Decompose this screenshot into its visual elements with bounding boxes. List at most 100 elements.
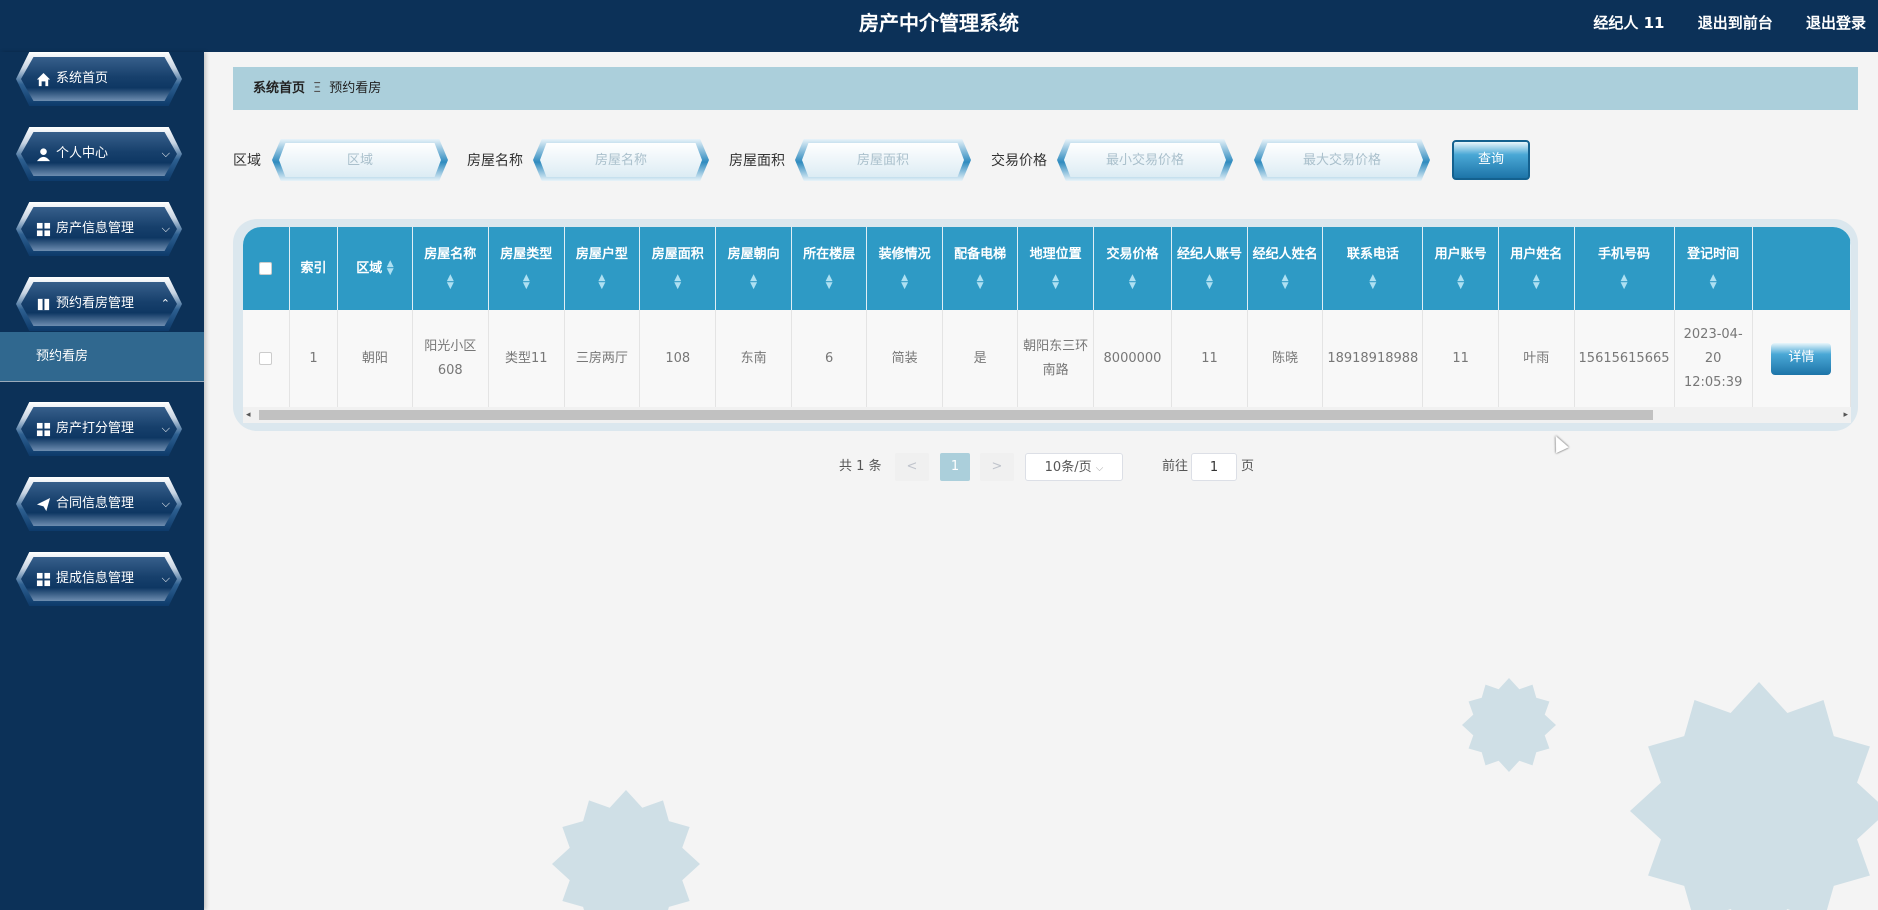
sidebar-item-profile[interactable]: 个人中心 ⌵	[16, 127, 182, 181]
cell-actions: 详情	[1752, 310, 1851, 407]
sort-icon: ▲ ▼	[674, 273, 682, 291]
area-field[interactable]	[272, 139, 448, 181]
cell-index: 1	[289, 310, 339, 407]
cell-elevator: 是	[942, 310, 1019, 407]
column-header[interactable]: 配备电梯 ▲ ▼	[942, 227, 1019, 310]
cell-user-account: 11	[1422, 310, 1500, 407]
column-header[interactable]: 装修情况 ▲ ▼	[866, 227, 943, 310]
cell-floor: 6	[791, 310, 868, 407]
cell-agent-name: 陈晓	[1247, 310, 1324, 407]
chevron-down-icon: ⌵	[1095, 463, 1104, 474]
column-header[interactable]: 房屋朝向 ▲ ▼	[715, 227, 792, 310]
query-button[interactable]: 查询	[1452, 140, 1530, 180]
logout-link[interactable]: 退出登录	[1806, 14, 1866, 32]
decorative-star	[1630, 682, 1878, 910]
sidebar-item-home[interactable]: 系统首页	[16, 52, 182, 106]
mouse-cursor-icon	[1549, 432, 1569, 454]
appointment-table: 索引 区域 ▲ ▼ 房屋名称 ▲ ▼ 房屋类型 ▲ ▼ 房屋户型 ▲ ▼ 房屋面积 ▲ ▼ 房屋朝…	[243, 227, 1851, 407]
sidebar-item-viewing-appointment[interactable]: 预约看房管理 ⌃	[16, 277, 182, 331]
cell-orientation: 东南	[715, 310, 792, 407]
house-size-input[interactable]	[802, 143, 964, 177]
column-header[interactable]: 用户姓名 ▲ ▼	[1498, 227, 1575, 310]
column-header[interactable]: 房屋面积 ▲ ▼	[639, 227, 717, 310]
cell-register-time: 2023-04-20 12:05:39	[1674, 310, 1753, 407]
sort-icon: ▲ ▼	[1129, 273, 1136, 291]
cell-agent-account: 11	[1171, 310, 1248, 407]
house-name-label: 房屋名称	[467, 153, 523, 169]
home-icon	[36, 72, 51, 86]
table-header-row: 索引 区域 ▲ ▼ 房屋名称 ▲ ▼ 房屋类型 ▲ ▼ 房屋户型 ▲ ▼ 房屋面积 ▲ ▼ 房屋朝…	[243, 227, 1851, 310]
column-header[interactable]: 用户账号 ▲ ▼	[1422, 227, 1500, 310]
sort-icon: ▲ ▼	[1709, 273, 1717, 291]
house-name-field[interactable]	[533, 139, 709, 181]
sidebar-subitem-viewing[interactable]: 预约看房	[0, 332, 204, 382]
house-size-field[interactable]	[795, 139, 971, 181]
prev-page-button[interactable]: <	[895, 453, 929, 481]
area-input[interactable]	[279, 143, 441, 177]
user-icon	[36, 147, 51, 161]
next-page-button[interactable]: >	[980, 453, 1014, 481]
sort-icon: ▲ ▼	[522, 273, 530, 291]
decorative-star	[552, 790, 700, 910]
detail-button[interactable]: 详情	[1771, 342, 1832, 375]
scroll-right-icon[interactable]: ▸	[1843, 407, 1848, 423]
min-price-field[interactable]	[1057, 139, 1233, 181]
sort-icon: ▲ ▼	[446, 273, 454, 291]
goto-page-input[interactable]: 1	[1191, 453, 1237, 481]
column-header[interactable]: 所在楼层 ▲ ▼	[791, 227, 868, 310]
cell-user-name: 叶雨	[1498, 310, 1575, 407]
row-checkbox[interactable]	[243, 310, 290, 407]
grid-icon	[36, 222, 51, 236]
scrollbar-thumb[interactable]	[259, 410, 1653, 420]
breadcrumb-home[interactable]: 系统首页	[253, 81, 305, 96]
cell-house-type: 类型11	[488, 310, 565, 407]
column-header[interactable]: 交易价格 ▲ ▼	[1093, 227, 1173, 310]
min-price-input[interactable]	[1064, 143, 1226, 177]
chevron-down-icon: ⌵	[161, 422, 170, 435]
horizontal-scrollbar[interactable]: ◂ ▸	[243, 407, 1851, 423]
chevron-down-icon: ⌵	[161, 222, 170, 235]
column-header[interactable]: 房屋名称 ▲ ▼	[412, 227, 489, 310]
column-header[interactable]: 登记时间 ▲ ▼	[1674, 227, 1753, 310]
sort-icon: ▲ ▼	[976, 273, 984, 291]
column-header[interactable]: 经纪人账号 ▲ ▼	[1171, 227, 1248, 310]
column-header[interactable]: 联系电话 ▲ ▼	[1322, 227, 1424, 310]
sort-icon: ▲ ▼	[1620, 273, 1628, 291]
back-to-front-link[interactable]: 退出到前台	[1698, 14, 1773, 32]
column-header[interactable]: 地理位置 ▲ ▼	[1017, 227, 1094, 310]
current-user[interactable]: 经纪人 11	[1593, 14, 1664, 32]
sort-icon: ▲ ▼	[901, 273, 909, 291]
cell-area: 朝阳	[337, 310, 413, 407]
sidebar-item-commission-info[interactable]: 提成信息管理 ⌵	[16, 552, 182, 606]
sort-icon: ▲ ▼	[598, 273, 606, 291]
price-label: 交易价格	[991, 153, 1047, 169]
column-header[interactable]: 手机号码 ▲ ▼	[1574, 227, 1675, 310]
max-price-field[interactable]	[1254, 139, 1430, 181]
sort-icon: ▲ ▼	[1369, 273, 1377, 291]
cell-location: 朝阳东三环南路	[1017, 310, 1094, 407]
sort-icon: ▲ ▼	[1052, 273, 1060, 291]
sidebar-item-property-info[interactable]: 房产信息管理 ⌵	[16, 202, 182, 256]
cell-price: 8000000	[1093, 310, 1173, 407]
grid-icon	[36, 422, 51, 436]
page-size-select[interactable]: 10条/页 ⌵	[1025, 453, 1123, 481]
sidebar-item-contract-info[interactable]: 合同信息管理 ⌵	[16, 477, 182, 531]
breadcrumb: 系统首页 Ξ 预约看房	[233, 67, 1858, 110]
column-header[interactable]: 房屋户型 ▲ ▼	[564, 227, 641, 310]
actions-header	[1752, 227, 1851, 310]
select-all-checkbox[interactable]	[243, 227, 290, 310]
sort-icon: ▲ ▼	[386, 259, 394, 277]
max-price-input[interactable]	[1261, 143, 1423, 177]
page-number-current[interactable]: 1	[940, 453, 970, 481]
scroll-left-icon[interactable]: ◂	[246, 407, 251, 423]
house-name-input[interactable]	[540, 143, 702, 177]
column-header[interactable]: 经纪人姓名 ▲ ▼	[1247, 227, 1324, 310]
sort-icon: ▲ ▼	[1532, 273, 1540, 291]
breadcrumb-current: 预约看房	[329, 81, 382, 96]
sort-icon: ▲ ▼	[1206, 273, 1213, 291]
sidebar-item-property-rating[interactable]: 房产打分管理 ⌵	[16, 402, 182, 456]
column-header[interactable]: 房屋类型 ▲ ▼	[488, 227, 565, 310]
sidebar: 系统首页 个人中心 ⌵ 房产信息管理 ⌵ 预约看房管理 ⌃ 预约看房 房产打分管…	[0, 52, 204, 910]
table-row: 1 朝阳 阳光小区608 类型11 三房两厅 108 东南 6 简装 是 朝阳东…	[243, 310, 1851, 407]
column-header[interactable]: 区域 ▲ ▼	[337, 227, 413, 310]
